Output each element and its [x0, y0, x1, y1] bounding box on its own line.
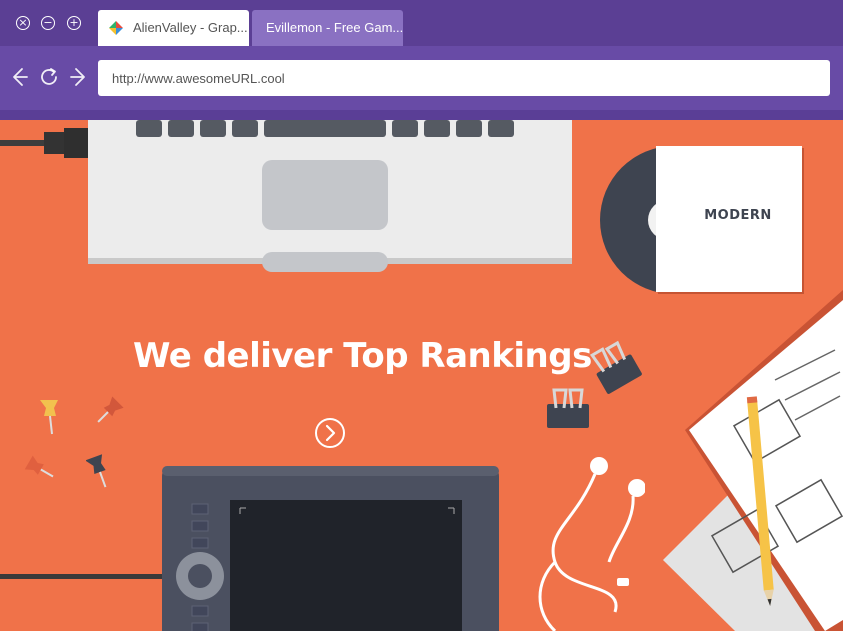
hero-headline: We deliver Top Rankings — [133, 336, 592, 376]
minimize-window-icon[interactable]: − — [41, 16, 55, 30]
yellow-pushpin-icon — [40, 400, 58, 435]
earphones-illustration — [538, 457, 645, 631]
forward-arrow-icon[interactable] — [68, 66, 90, 88]
papers-pencil-illustration — [663, 290, 843, 631]
tab-alienvalley[interactable]: AlienValley - Grap... — [98, 10, 249, 46]
binder-clip-icon — [589, 340, 642, 394]
maximize-window-icon[interactable]: + — [67, 16, 81, 30]
navigation-bar-shadow — [0, 110, 843, 120]
binder-clip-icon — [547, 388, 589, 428]
back-arrow-icon[interactable] — [8, 66, 30, 88]
title-bar: × − + AlienValley - Grap... Evillemon - … — [0, 0, 843, 46]
tab-label: AlienValley - Grap... — [133, 20, 248, 35]
cd-sleeve-illustration: MODERN — [600, 146, 804, 294]
cd-logo: MODERN — [704, 208, 772, 223]
keyboard-illustration — [0, 120, 572, 272]
tab-evillemon[interactable]: Evillemon - Free Gam... — [252, 10, 403, 46]
red-pushpin-icon — [97, 396, 124, 423]
next-arrow-button[interactable] — [314, 417, 346, 449]
address-bar-input[interactable] — [98, 60, 830, 96]
tab-label: Evillemon - Free Gam... — [266, 20, 403, 35]
close-window-icon[interactable]: × — [16, 16, 30, 30]
hero-illustration: MODERN We deliver Top Rankings — [0, 120, 843, 631]
reload-icon[interactable] — [38, 66, 60, 88]
graphics-tablet-illustration — [0, 466, 499, 631]
colorful-diamond-icon — [109, 21, 123, 35]
